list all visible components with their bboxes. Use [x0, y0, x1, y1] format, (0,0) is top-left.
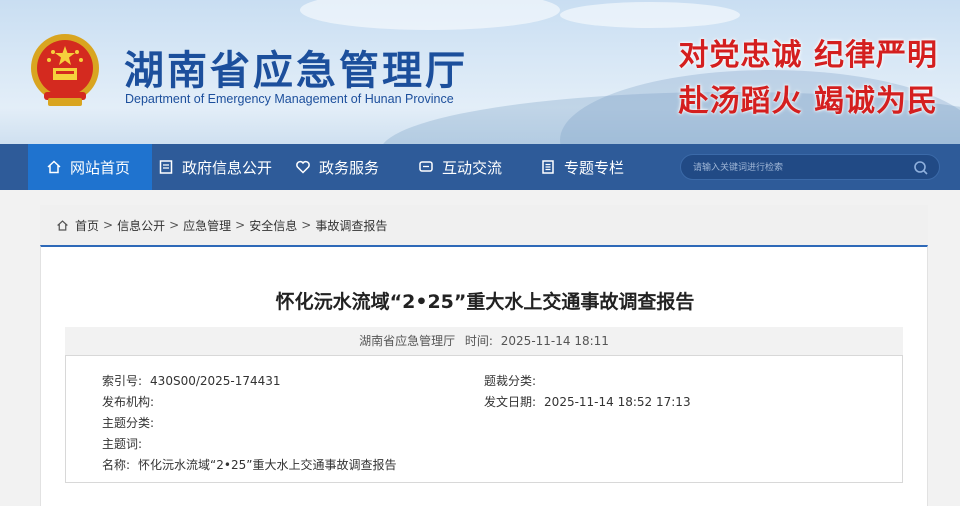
- search-input[interactable]: [693, 159, 903, 177]
- breadcrumb-separator: >: [169, 218, 180, 232]
- breadcrumb-separator: >: [103, 218, 114, 232]
- info-date: 发文日期: 2025-11-14 18:52 17:13: [484, 395, 691, 409]
- breadcrumb-item[interactable]: 首页: [75, 217, 99, 234]
- info-index: 索引号: 430S00/2025-174431: [102, 374, 281, 388]
- breadcrumb-item[interactable]: 事故调查报告: [315, 217, 387, 234]
- info-box: 索引号: 430S00/2025-174431 题裁分类: 发布机构: 发文日期:…: [65, 355, 903, 483]
- article-time-label: 时间:: [464, 334, 493, 348]
- document-icon: [159, 160, 173, 174]
- info-keywords: 主题词:: [102, 437, 143, 451]
- slogan-line-1: 对党忠诚 纪律严明: [678, 38, 938, 73]
- breadcrumb-item[interactable]: 安全信息: [249, 217, 297, 234]
- slogan-line-2: 赴汤蹈火 竭诚为民: [678, 84, 938, 119]
- nav-item-home[interactable]: 网站首页: [28, 144, 152, 190]
- article-meta: 湖南省应急管理厅 时间: 2025-11-14 18:11: [65, 327, 903, 355]
- home-icon[interactable]: [56, 219, 69, 232]
- site-header: 湖南省应急管理厅 Department of Emergency Managem…: [0, 0, 960, 144]
- site-subtitle: Department of Emergency Management of Hu…: [125, 92, 454, 106]
- article-title: 怀化沅水流域“2•25”重大水上交通事故调查报告: [275, 291, 695, 313]
- heart-icon: [296, 160, 310, 174]
- search-box: [680, 154, 940, 180]
- topic-icon: [542, 160, 554, 174]
- nav-item-label: 网站首页: [70, 158, 131, 177]
- breadcrumb-separator: >: [235, 218, 246, 232]
- breadcrumb-item[interactable]: 应急管理: [183, 217, 231, 234]
- article-source: 湖南省应急管理厅: [359, 334, 456, 348]
- info-publisher: 发布机构:: [102, 395, 155, 409]
- nav-item-gov-info[interactable]: 政府信息公开: [158, 144, 288, 190]
- breadcrumb-item[interactable]: 信息公开: [117, 217, 165, 234]
- info-genre: 题裁分类:: [484, 374, 537, 388]
- chat-icon: [419, 161, 433, 172]
- national-emblem-icon[interactable]: [26, 28, 104, 110]
- breadcrumb: 首页 > 信息公开 > 应急管理 > 安全信息 > 事故调查报告: [40, 205, 928, 245]
- nav-item-label: 互动交流: [442, 158, 503, 177]
- info-name: 名称: 怀化沅水流域“2•25”重大水上交通事故调查报告: [102, 458, 397, 472]
- nav-item-label: 政府信息公开: [182, 158, 273, 177]
- nav-item-label: 政务服务: [319, 158, 380, 177]
- search-icon[interactable]: [913, 160, 929, 176]
- header-cloud: [300, 0, 560, 30]
- header-cloud: [560, 2, 740, 28]
- breadcrumb-separator: >: [301, 218, 312, 232]
- home-icon: [47, 160, 61, 174]
- article-panel: 怀化沅水流域“2•25”重大水上交通事故调查报告 湖南省应急管理厅 时间: 20…: [40, 245, 928, 506]
- article-time: 2025-11-14 18:11: [500, 334, 609, 348]
- info-topic: 主题分类:: [102, 416, 155, 430]
- nav-item-interaction[interactable]: 互动交流: [418, 144, 528, 190]
- nav-item-services[interactable]: 政务服务: [295, 144, 405, 190]
- site-title[interactable]: 湖南省应急管理厅: [124, 38, 468, 96]
- nav-item-topics[interactable]: 专题专栏: [540, 144, 650, 190]
- nav-item-label: 专题专栏: [564, 158, 625, 177]
